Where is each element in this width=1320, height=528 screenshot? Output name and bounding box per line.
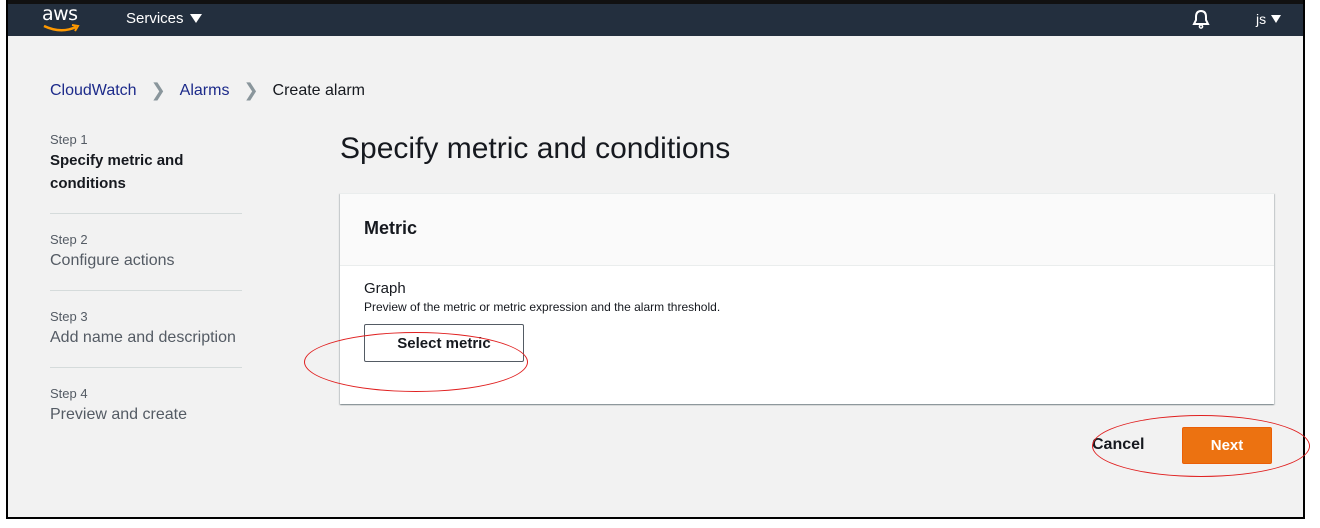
step-title: Add name and description [50,329,236,346]
page-title: Specify metric and conditions [340,132,731,165]
caret-down-icon [1271,15,1282,23]
breadcrumb-cloudwatch[interactable]: CloudWatch [50,82,137,100]
step-4: Step 4 Preview and create [50,386,242,444]
aws-logo-text: aws [42,3,78,25]
step-3: Step 3 Add name and description [50,309,242,368]
bell-icon[interactable] [1192,9,1210,29]
services-menu[interactable]: Services [126,10,202,27]
step-title: Preview and create [50,406,187,423]
metric-card: Metric Graph Preview of the metric or me… [340,193,1274,404]
step-number: Step 4 [50,386,88,401]
wizard-steps: Step 1 Specify metric and conditions Ste… [50,132,242,462]
step-number: Step 1 [50,132,88,147]
graph-description: Preview of the metric or metric expressi… [364,300,721,314]
services-label: Services [126,10,184,27]
card-header: Metric [340,194,1274,266]
graph-label: Graph [364,280,406,297]
chevron-right-icon: ❯ [243,80,259,100]
top-navbar: aws Services js [8,0,1303,36]
user-menu[interactable]: js [1256,11,1282,27]
step-2: Step 2 Configure actions [50,232,242,291]
aws-smile-icon [43,24,80,32]
aws-logo[interactable]: aws [42,3,82,36]
step-title: Configure actions [50,252,175,269]
step-number: Step 2 [50,232,88,247]
step-title: Specify metric and conditions [50,152,184,192]
console-window: aws Services js CloudWatch ❯ Alarms ❯ Cr… [6,0,1305,519]
chevron-right-icon: ❯ [150,80,166,100]
cancel-button[interactable]: Cancel [1092,436,1144,454]
breadcrumb-alarms[interactable]: Alarms [180,82,230,100]
caret-down-icon [189,14,202,23]
card-title: Metric [364,218,418,238]
select-metric-button[interactable]: Select metric [364,324,524,362]
step-number: Step 3 [50,309,88,324]
step-1: Step 1 Specify metric and conditions [50,132,242,214]
breadcrumb-current: Create alarm [272,81,366,99]
card-body: Graph Preview of the metric or metric ex… [340,266,1274,376]
next-button[interactable]: Next [1182,427,1272,464]
breadcrumb: CloudWatch ❯ Alarms ❯ Create alarm [50,80,365,101]
user-label: js [1256,11,1267,27]
